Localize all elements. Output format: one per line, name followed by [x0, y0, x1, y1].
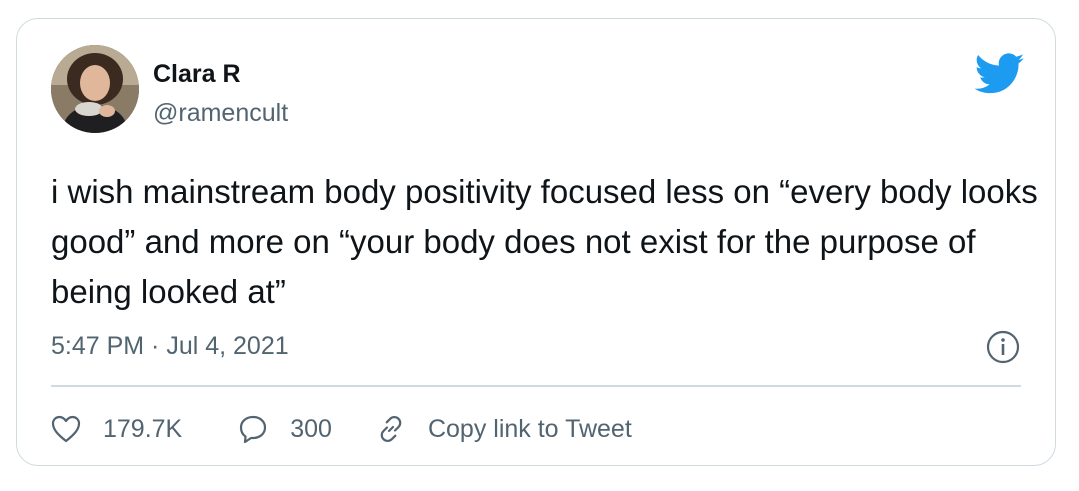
action-bar: 179.7K 300 Copy link to Tweet [51, 409, 632, 449]
reply-bubble-icon [238, 414, 268, 444]
author-handle[interactable]: @ramencult [153, 98, 288, 128]
copy-link-button[interactable]: Copy link to Tweet [376, 414, 632, 444]
author-name[interactable]: Clara R [153, 59, 241, 89]
tweet-text: i wish mainstream body positivity focuse… [51, 173, 1038, 310]
like-button[interactable]: 179.7K [51, 414, 182, 444]
reply-button[interactable]: 300 [238, 414, 332, 444]
tweet-card[interactable]: Clara R @ramencult i wish mainstream bod… [16, 18, 1056, 466]
like-count: 179.7K [103, 415, 183, 443]
avatar[interactable] [51, 45, 139, 133]
tweet-timestamp[interactable]: 5:47 PM · Jul 4, 2021 [51, 331, 289, 361]
heart-icon [51, 415, 81, 443]
reply-count: 300 [290, 415, 332, 443]
divider [51, 385, 1021, 387]
copy-link-label: Copy link to Tweet [427, 415, 632, 443]
twitter-bird-icon[interactable] [974, 53, 1025, 95]
info-icon[interactable] [985, 329, 1021, 365]
link-icon [376, 414, 406, 444]
